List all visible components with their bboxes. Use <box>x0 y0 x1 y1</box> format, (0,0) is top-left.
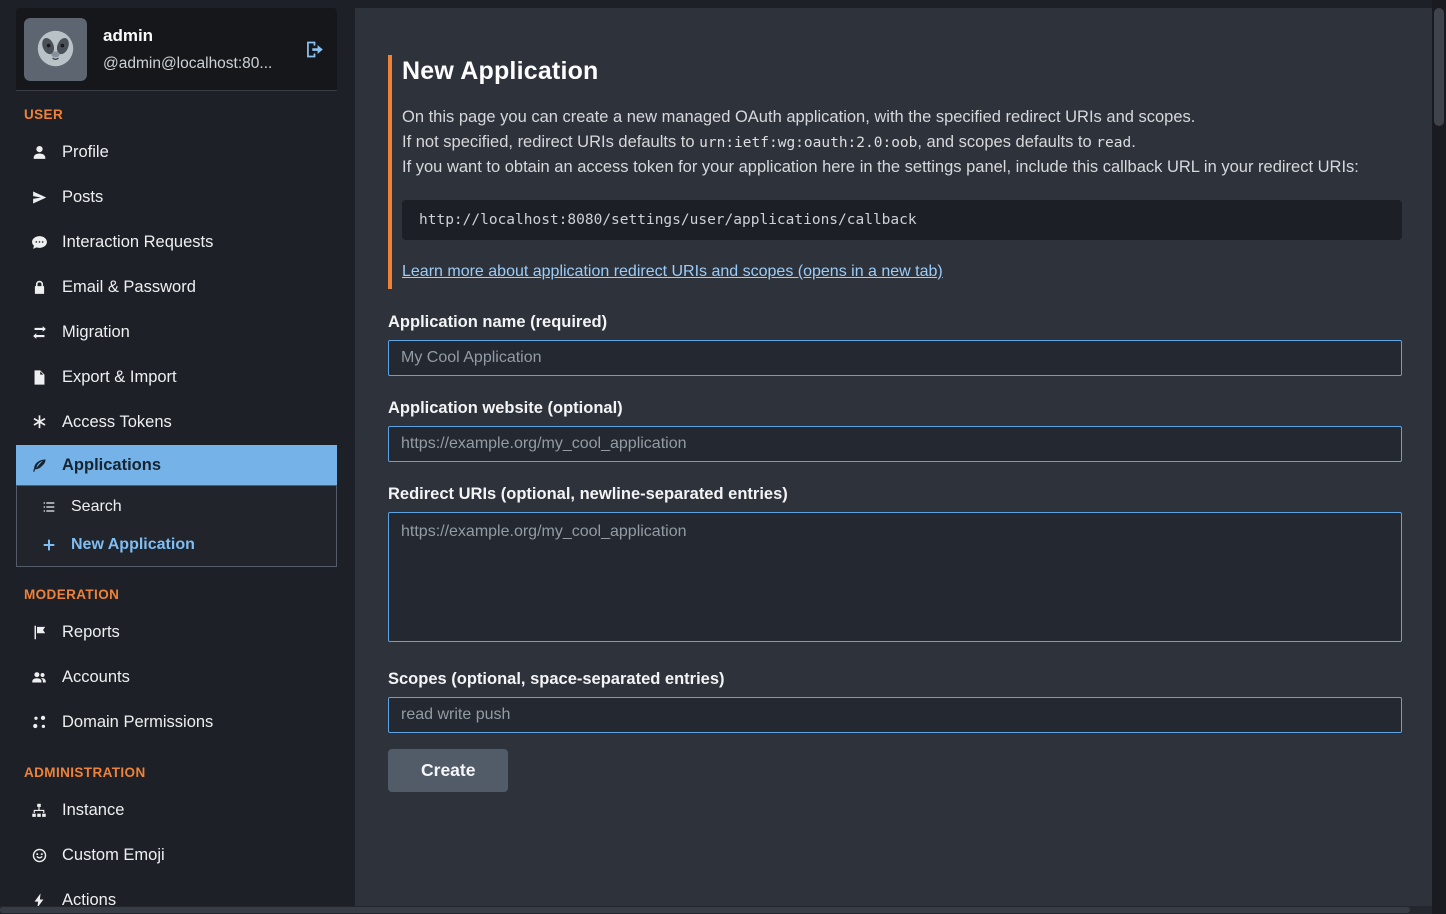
sidebar-item-label: Domain Permissions <box>62 713 213 732</box>
application-website-group: Application website (optional) <box>388 399 1402 462</box>
inline-code-oob: urn:ietf:wg:oauth:2.0:oob <box>699 135 917 151</box>
user-meta: admin @admin@localhost:80... <box>103 26 296 73</box>
sidebar-subitem-label: New Application <box>71 536 195 554</box>
sloth-avatar-image <box>24 18 87 81</box>
new-application-form: Application name (required) Application … <box>388 313 1402 792</box>
section-label-moderation: MODERATION <box>24 587 337 602</box>
intro-text: On this page you can create a new manage… <box>402 105 1402 180</box>
application-name-label: Application name (required) <box>388 313 1402 332</box>
sidebar-item-label: Interaction Requests <box>62 233 213 252</box>
learn-more-link[interactable]: Learn more about application redirect UR… <box>402 263 943 280</box>
intro-line2-mid: , and scopes defaults to <box>917 133 1096 151</box>
redirect-uris-label: Redirect URIs (optional, newline-separat… <box>388 485 1402 504</box>
sidebar-item-access-tokens[interactable]: Access Tokens <box>16 400 337 445</box>
sidebar-item-label: Accounts <box>62 668 130 687</box>
sidebar-item-accounts[interactable]: Accounts <box>16 655 337 700</box>
user-icon <box>28 144 50 161</box>
divider <box>16 90 337 91</box>
smile-icon <box>28 847 50 864</box>
vertical-scrollbar[interactable] <box>1432 0 1446 914</box>
sitemap-icon <box>28 802 50 819</box>
list-icon <box>39 499 59 515</box>
feather-icon <box>28 457 50 474</box>
comment-icon <box>28 234 50 251</box>
sidebar-subitem-label: Search <box>71 498 122 516</box>
sidebar-item-label: Export & Import <box>62 368 177 387</box>
sidebar-item-label: Custom Emoji <box>62 846 165 865</box>
scopes-group: Scopes (optional, space-separated entrie… <box>388 670 1402 733</box>
page-title: New Application <box>402 57 1402 86</box>
sidebar-item-instance[interactable]: Instance <box>16 788 337 833</box>
vertical-scrollbar-thumb[interactable] <box>1434 8 1444 126</box>
sidebar-item-label: Access Tokens <box>62 413 172 432</box>
intro-line2-post: . <box>1131 133 1136 151</box>
intro-block: New Application On this page you can cre… <box>388 55 1402 289</box>
application-name-group: Application name (required) <box>388 313 1402 376</box>
horizontal-scrollbar-thumb[interactable] <box>0 907 1410 913</box>
callback-url-block: http://localhost:8080/settings/user/appl… <box>402 200 1402 240</box>
section-label-user: USER <box>24 107 337 122</box>
section-label-administration: ADMINISTRATION <box>24 765 337 780</box>
intro-line3: If you want to obtain an access token fo… <box>402 158 1359 176</box>
file-icon <box>28 369 50 386</box>
sidebar-item-posts[interactable]: Posts <box>16 175 337 220</box>
user-name: admin <box>103 26 296 46</box>
application-website-input[interactable] <box>388 426 1402 462</box>
intro-line1: On this page you can create a new manage… <box>402 108 1195 126</box>
sidebar-nav: USER Profile Posts Interaction Requests … <box>16 107 337 914</box>
sidebar-item-label: Posts <box>62 188 103 207</box>
asterisk-icon <box>28 414 50 431</box>
sidebar-item-label: Instance <box>62 801 124 820</box>
lock-icon <box>28 279 50 296</box>
sidebar-item-label: Email & Password <box>62 278 196 297</box>
avatar <box>24 18 87 81</box>
plus-icon <box>39 537 59 553</box>
applications-submenu: Search New Application <box>16 485 337 567</box>
dots-icon <box>28 714 50 731</box>
sidebar-item-label: Applications <box>62 456 161 475</box>
sidebar-item-label: Migration <box>62 323 130 342</box>
horizontal-scrollbar[interactable] <box>0 906 1432 914</box>
application-website-label: Application website (optional) <box>388 399 1402 418</box>
scopes-label: Scopes (optional, space-separated entrie… <box>388 670 1402 689</box>
user-handle: @admin@localhost:80... <box>103 55 296 73</box>
inline-code-read: read <box>1096 135 1131 151</box>
sidebar-item-applications[interactable]: Applications <box>16 445 337 485</box>
exchange-arrows-icon <box>28 324 50 341</box>
sidebar-item-custom-emoji[interactable]: Custom Emoji <box>16 833 337 878</box>
sidebar: admin @admin@localhost:80... USER Profil… <box>0 0 355 914</box>
sidebar-subitem-search[interactable]: Search <box>17 488 336 526</box>
application-name-input[interactable] <box>388 340 1402 376</box>
sidebar-subitem-new-application[interactable]: New Application <box>17 526 336 564</box>
sidebar-item-reports[interactable]: Reports <box>16 610 337 655</box>
sidebar-item-label: Profile <box>62 143 109 162</box>
intro-line2-pre: If not specified, redirect URIs defaults… <box>402 133 699 151</box>
scopes-input[interactable] <box>388 697 1402 733</box>
user-card[interactable]: admin @admin@localhost:80... <box>16 8 337 90</box>
sign-out-icon[interactable] <box>304 39 325 60</box>
users-icon <box>28 669 50 686</box>
sidebar-item-profile[interactable]: Profile <box>16 130 337 175</box>
sidebar-item-domain-permissions[interactable]: Domain Permissions <box>16 700 337 745</box>
sidebar-item-interaction-requests[interactable]: Interaction Requests <box>16 220 337 265</box>
sidebar-item-email-password[interactable]: Email & Password <box>16 265 337 310</box>
callback-url: http://localhost:8080/settings/user/appl… <box>419 212 917 228</box>
sidebar-item-label: Reports <box>62 623 120 642</box>
paper-plane-icon <box>28 189 50 206</box>
redirect-uris-group: Redirect URIs (optional, newline-separat… <box>388 485 1402 647</box>
redirect-uris-textarea[interactable] <box>388 512 1402 642</box>
main-panel: New Application On this page you can cre… <box>355 8 1432 914</box>
flag-icon <box>28 624 50 641</box>
create-button[interactable]: Create <box>388 749 508 792</box>
sidebar-item-export-import[interactable]: Export & Import <box>16 355 337 400</box>
sidebar-item-migration[interactable]: Migration <box>16 310 337 355</box>
